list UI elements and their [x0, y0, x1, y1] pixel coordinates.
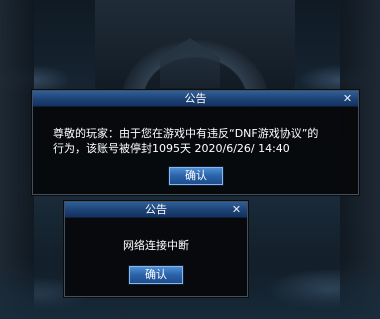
ban-notice-confirm-button[interactable]: 确认: [169, 167, 223, 185]
ban-notice-message-line2: 行为，该账号被停封1095天 2020/6/26/ 14:40: [53, 142, 290, 155]
close-icon[interactable]: ✕: [230, 203, 243, 216]
ban-notice-message-line1: 尊敬的玩家：由于您在游戏中有违反“DNF游戏协议”的: [53, 127, 319, 140]
ban-notice-titlebar: 公告 ✕: [33, 91, 358, 107]
ban-notice-title: 公告: [184, 92, 207, 105]
network-notice-titlebar: 公告 ✕: [65, 202, 247, 218]
close-icon[interactable]: ✕: [341, 92, 354, 105]
network-notice-message: 网络连接中断: [123, 239, 189, 252]
network-notice-title: 公告: [145, 203, 167, 216]
ban-notice-message: 尊敬的玩家：由于您在游戏中有违反“DNF游戏协议”的 行为，该账号被停封1095…: [53, 126, 353, 156]
ban-notice-dialog: 公告 ✕ 尊敬的玩家：由于您在游戏中有违反“DNF游戏协议”的 行为，该账号被停…: [32, 90, 359, 195]
network-notice-dialog: 公告 ✕ 网络连接中断 确认: [64, 201, 248, 297]
network-notice-confirm-button[interactable]: 确认: [129, 266, 183, 284]
